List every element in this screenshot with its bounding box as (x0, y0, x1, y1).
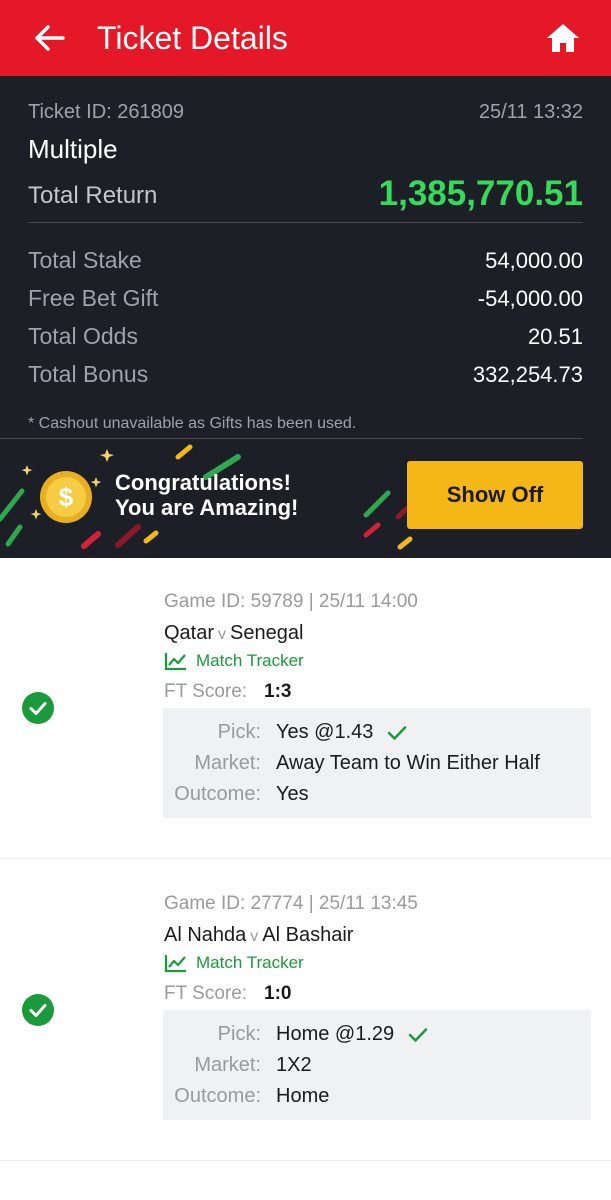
cashout-note: * Cashout unavailable as Gifts has been … (28, 415, 357, 432)
coin-icon: $ (38, 469, 94, 530)
game-id: Game ID: 27774 | 25/11 13:45 (164, 893, 418, 914)
outcome-value: Home (276, 1085, 330, 1107)
show-off-button[interactable]: Show Off (407, 461, 583, 529)
arrow-left-icon (35, 25, 65, 51)
chart-line-icon (164, 653, 186, 671)
page-title: Ticket Details (97, 20, 288, 56)
divider (28, 222, 583, 223)
match-tracker-label: Match Tracker (196, 651, 304, 670)
home-team: Qatar (164, 622, 215, 644)
pick-label: Pick: (217, 721, 261, 743)
selection-item: Game ID: 59789 | 25/11 14:00 Qatar v Seneg… (0, 558, 611, 859)
vs-label: v (218, 626, 227, 643)
promo-banner: $ Congratulations! You are Amazing! Show… (0, 439, 611, 558)
won-check-icon (22, 692, 54, 724)
pick-value: Home @1.29 (276, 1023, 428, 1046)
match-teams: Al Nahda v Al Bashair (164, 924, 353, 947)
back-button[interactable] (30, 20, 70, 56)
svg-text:$: $ (59, 482, 74, 512)
total-return-value: 1,385,770.51 (378, 174, 583, 213)
pick-value: Yes @1.43 (276, 721, 407, 744)
market-value: 1X2 (276, 1054, 312, 1076)
outcome-value: Yes (276, 783, 309, 805)
ft-score-value: 1:3 (264, 681, 292, 702)
market-label: Market: (194, 752, 261, 774)
outcome-label: Outcome: (174, 783, 261, 805)
total-stake-value: 54,000.00 (485, 248, 583, 273)
game-id: Game ID: 59789 | 25/11 14:00 (164, 591, 418, 612)
promo-line-2: You are Amazing! (115, 495, 299, 520)
pick-details: Pick: Home @1.29 Market: 1X2 Outcome: Ho… (163, 1010, 591, 1120)
top-bar: Ticket Details (0, 0, 611, 76)
ticket-summary: Ticket ID: 261809 25/11 13:32 Multiple T… (0, 76, 611, 558)
free-bet-gift-value: -54,000.00 (477, 286, 583, 311)
chart-line-icon (164, 955, 186, 973)
ft-score-label: FT Score: (164, 983, 248, 1004)
match-tracker-link[interactable]: Match Tracker (164, 651, 304, 671)
pick-label: Pick: (217, 1023, 261, 1045)
bet-type: Multiple (28, 134, 118, 164)
pick-details: Pick: Yes @1.43 Market: Away Team to Win… (163, 708, 591, 818)
ticket-id: Ticket ID: 261809 (28, 101, 185, 123)
away-team: Al Bashair (262, 924, 354, 946)
total-odds-label: Total Odds (28, 323, 138, 349)
match-teams: Qatar v Senegal (164, 622, 303, 645)
ticket-time: 25/11 13:32 (478, 101, 583, 123)
market-value: Away Team to Win Either Half (276, 752, 540, 774)
total-bonus-label: Total Bonus (28, 361, 149, 387)
match-tracker-link[interactable]: Match Tracker (164, 953, 304, 973)
home-team: Al Nahda (164, 924, 247, 946)
home-icon (547, 24, 579, 52)
away-team: Senegal (230, 622, 304, 644)
ft-score-value: 1:0 (264, 983, 292, 1004)
vs-label: v (250, 928, 259, 945)
total-odds-value: 20.51 (527, 324, 583, 349)
ft-score-label: FT Score: (164, 681, 248, 702)
free-bet-gift-label: Free Bet Gift (28, 285, 159, 311)
match-tracker-label: Match Tracker (196, 953, 304, 972)
home-button[interactable] (543, 20, 583, 56)
market-label: Market: (194, 1054, 261, 1076)
total-stake-label: Total Stake (28, 247, 142, 273)
promo-line-1: Congratulations! (115, 470, 291, 495)
promo-text: Congratulations! You are Amazing! (115, 470, 298, 520)
check-icon (408, 1027, 428, 1042)
won-check-icon (22, 994, 54, 1026)
total-return-label: Total Return (28, 182, 158, 209)
outcome-label: Outcome: (174, 1085, 261, 1107)
selection-item: Game ID: 27774 | 25/11 13:45 Al Nahda v Al… (0, 860, 611, 1161)
check-icon (388, 725, 407, 740)
total-bonus-value: 332,254.73 (472, 362, 583, 387)
